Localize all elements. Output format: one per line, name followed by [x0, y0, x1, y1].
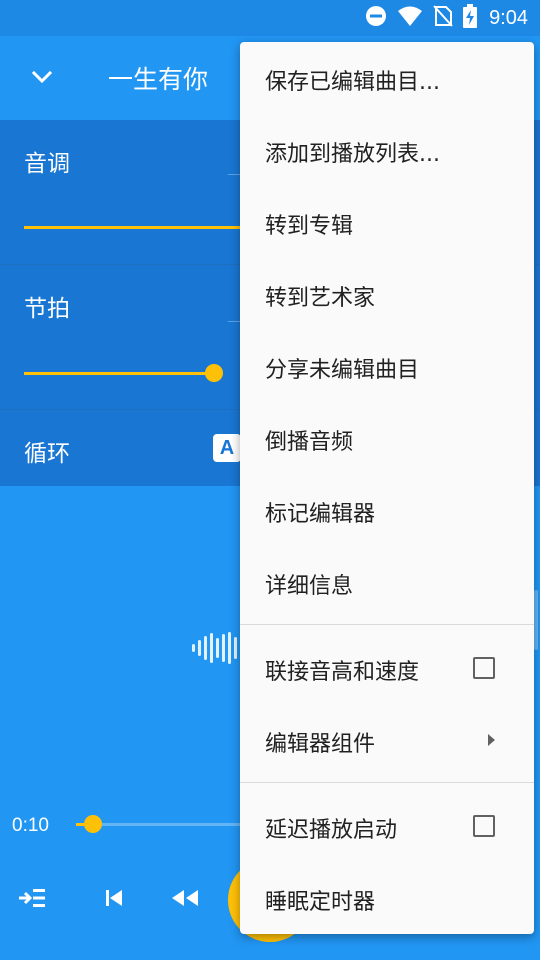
menu-item-label: 联接音高和速度: [265, 660, 420, 685]
player-screen: 9:04 一生有你 音调 节拍 循环 A 0:10 保存已编辑曲目... 添加到…: [0, 0, 540, 960]
tempo-slider[interactable]: [24, 372, 214, 375]
menu-item-sleep-timer[interactable]: 睡眠定时器: [240, 862, 534, 934]
loop-label: 循环: [24, 441, 70, 467]
scroll-indicator: [534, 590, 538, 650]
do-not-disturb-icon: [365, 5, 387, 31]
current-time: 0:10: [12, 815, 49, 836]
submenu-arrow-icon: [488, 734, 495, 746]
no-sim-icon: [433, 5, 453, 31]
menu-item-share-unedited-track[interactable]: 分享未编辑曲目: [240, 330, 534, 402]
menu-item-label: 保存已编辑曲目...: [265, 70, 440, 95]
menu-item-go-to-artist[interactable]: 转到艺术家: [240, 258, 534, 330]
menu-divider: [240, 624, 534, 625]
track-title: 一生有你: [108, 65, 209, 94]
seek-track[interactable]: [94, 823, 254, 826]
menu-item-label: 分享未编辑曲目: [265, 358, 420, 383]
chevron-down-icon: [31, 69, 53, 88]
rewind-icon: [170, 888, 200, 912]
menu-item-details[interactable]: 详细信息: [240, 546, 534, 618]
previous-button[interactable]: [92, 878, 136, 922]
battery-charging-icon: [463, 4, 478, 32]
pitch-slider[interactable]: [24, 226, 240, 229]
menu-item-go-to-album[interactable]: 转到专辑: [240, 186, 534, 258]
status-bar: 9:04: [0, 0, 540, 36]
menu-item-label: 标记编辑器: [265, 502, 376, 527]
wifi-icon: [397, 5, 423, 31]
menu-item-label: 转到艺术家: [265, 286, 376, 311]
menu-item-label: 延迟播放启动: [265, 818, 398, 843]
loop-mode-button[interactable]: A: [213, 434, 241, 462]
queue-button[interactable]: [10, 878, 54, 922]
tempo-label: 节拍: [24, 296, 70, 322]
delay-playback-checkbox[interactable]: [473, 815, 495, 837]
overflow-menu: 保存已编辑曲目... 添加到播放列表... 转到专辑 转到艺术家 分享未编辑曲目…: [240, 42, 534, 934]
seek-thumb[interactable]: [84, 815, 102, 833]
menu-item-tag-editor[interactable]: 标记编辑器: [240, 474, 534, 546]
menu-item-label: 编辑器组件: [265, 732, 376, 757]
link-pitch-speed-checkbox[interactable]: [473, 657, 495, 679]
menu-item-delay-playback-start[interactable]: 延迟播放启动: [240, 790, 534, 862]
menu-item-label: 详细信息: [265, 574, 354, 599]
pitch-label: 音调: [24, 151, 70, 177]
tempo-slider-thumb[interactable]: [205, 364, 223, 382]
menu-item-save-edited-track[interactable]: 保存已编辑曲目...: [240, 42, 534, 114]
menu-item-reverse-audio[interactable]: 倒播音频: [240, 402, 534, 474]
menu-divider: [240, 782, 534, 783]
menu-item-label: 转到专辑: [265, 214, 354, 239]
status-icons: 9:04: [365, 0, 528, 36]
rewind-button[interactable]: [163, 878, 207, 922]
queue-icon: [17, 887, 47, 913]
menu-item-label: 睡眠定时器: [265, 890, 376, 915]
collapse-button[interactable]: [20, 56, 64, 100]
menu-item-label: 倒播音频: [265, 430, 354, 455]
status-time: 9:04: [489, 6, 528, 29]
menu-item-link-pitch-and-speed[interactable]: 联接音高和速度: [240, 632, 534, 704]
skip-previous-icon: [103, 888, 125, 912]
menu-item-add-to-playlist[interactable]: 添加到播放列表...: [240, 114, 534, 186]
menu-item-label: 添加到播放列表...: [265, 142, 440, 167]
menu-item-editor-components[interactable]: 编辑器组件: [240, 704, 534, 776]
